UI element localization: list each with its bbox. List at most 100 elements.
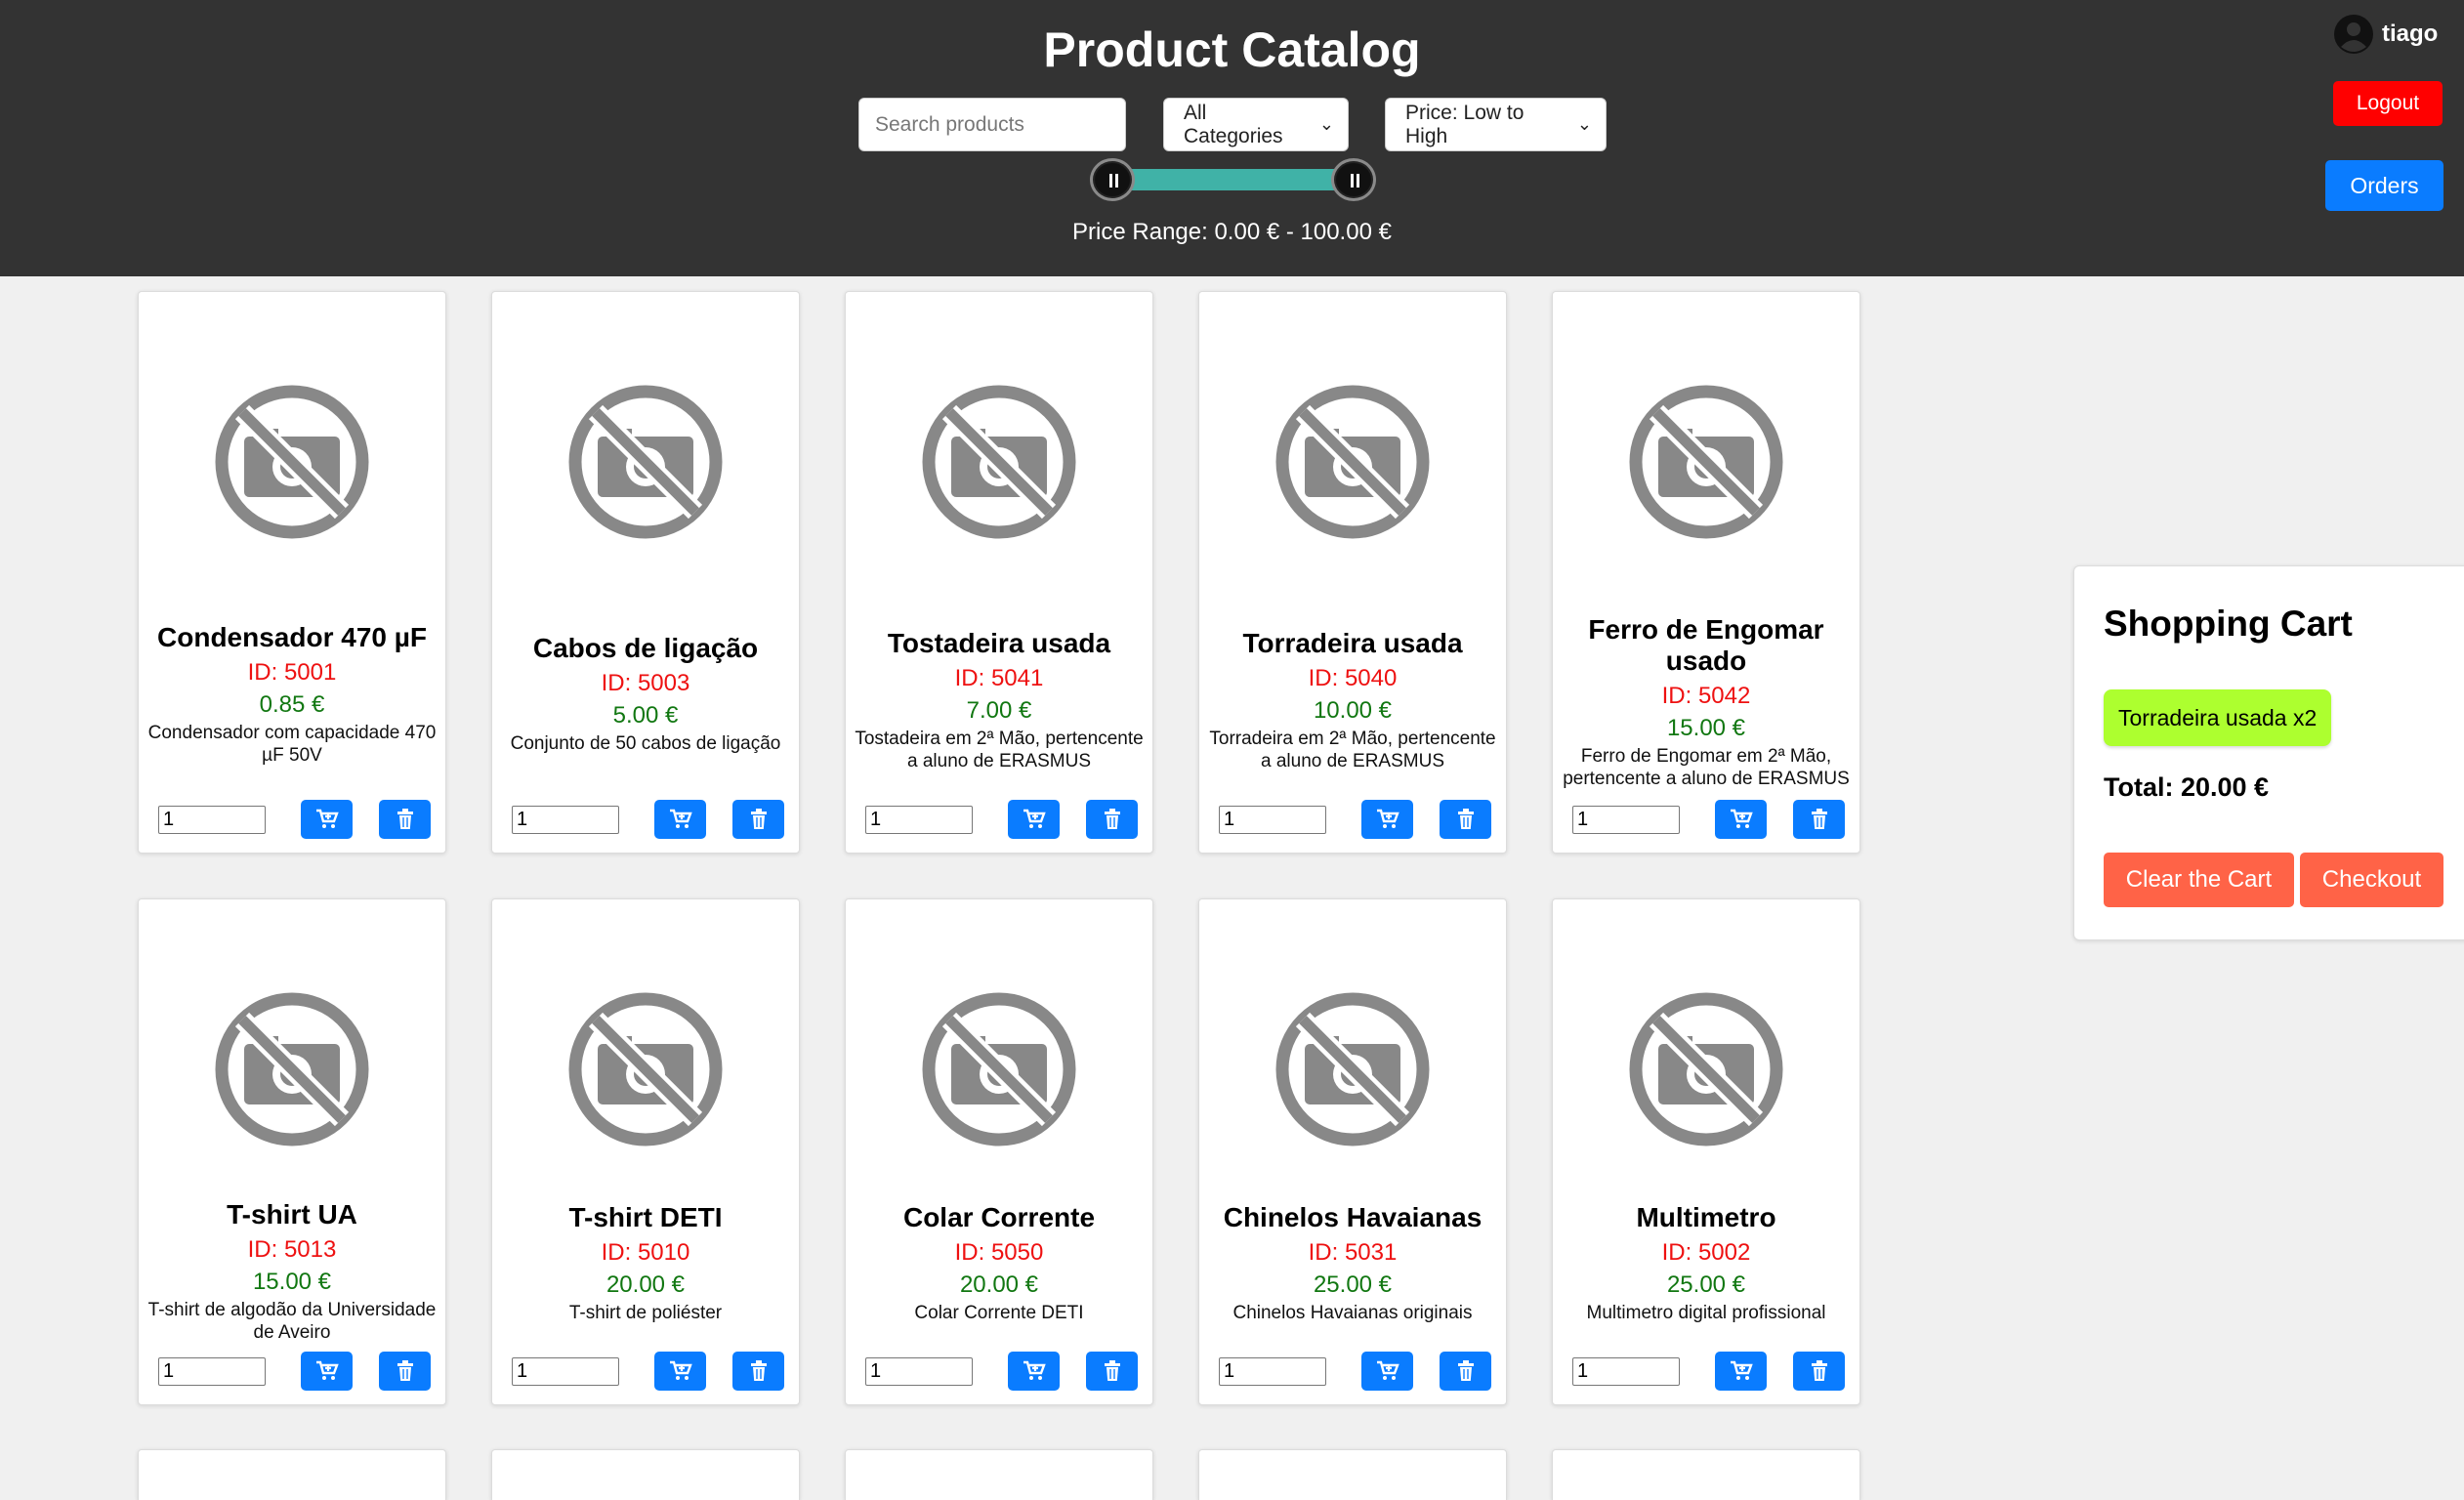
product-id: ID: 5001 (247, 659, 337, 686)
delete-button[interactable] (1440, 1352, 1491, 1391)
product-info: Condensador 470 µF ID: 5001 0.85 € Condensa… (146, 622, 438, 767)
product-price: 15.00 € (1666, 715, 1746, 741)
add-to-cart-icon (1023, 1360, 1046, 1382)
delete-button[interactable] (732, 1352, 784, 1391)
trash-icon (1104, 809, 1121, 830)
no-photo-icon (1275, 385, 1430, 539)
product-actions (158, 800, 431, 839)
add-to-cart-button[interactable] (301, 800, 353, 839)
user-menu[interactable]: tiago (2333, 14, 2438, 55)
product-card: Torradeira usada ID: 5040 10.00 € Torradeir… (1198, 291, 1507, 854)
product-price: 25.00 € (1313, 1271, 1393, 1298)
add-to-cart-button[interactable] (1008, 800, 1060, 839)
delete-button[interactable] (1086, 800, 1138, 839)
quantity-input[interactable] (158, 806, 266, 834)
add-to-cart-button[interactable] (1361, 1352, 1413, 1391)
product-card: T-shirt DETI ID: 5010 20.00 € T-shirt de po… (491, 898, 800, 1405)
checkout-button[interactable]: Checkout (2300, 853, 2443, 907)
product-name: Cabos de ligação (532, 633, 759, 663)
no-photo-icon (1629, 385, 1783, 539)
add-to-cart-icon (669, 1360, 692, 1382)
shopping-cart: Shopping Cart Torradeira usada x2 Total:… (2073, 565, 2464, 940)
product-description: Ferro de Engomar em 2ª Mão, pertencente … (1563, 746, 1850, 789)
product-actions (1572, 1352, 1845, 1391)
product-info: Ferro de Engomar usado ID: 5042 15.00 € Fer… (1561, 614, 1852, 790)
product-card (845, 1449, 1153, 1500)
add-to-cart-button[interactable] (1361, 800, 1413, 839)
product-description: T-shirt de poliéster (568, 1303, 723, 1323)
add-to-cart-icon (1376, 809, 1399, 830)
add-to-cart-icon (315, 1360, 339, 1382)
product-actions (865, 800, 1138, 839)
add-to-cart-button[interactable] (654, 800, 706, 839)
product-actions (158, 1352, 431, 1391)
product-price: 25.00 € (1666, 1271, 1746, 1298)
product-name: T-shirt UA (227, 1199, 357, 1229)
product-card (1198, 1449, 1507, 1500)
quantity-input[interactable] (1219, 1357, 1326, 1386)
quantity-input[interactable] (512, 1357, 619, 1386)
quantity-input[interactable] (1219, 806, 1326, 834)
add-to-cart-button[interactable] (654, 1352, 706, 1391)
sort-select[interactable]: Price: Low to High ⌄ (1385, 98, 1607, 151)
quantity-input[interactable] (865, 806, 973, 834)
logout-button[interactable]: Logout (2333, 81, 2443, 126)
no-photo-icon (922, 992, 1076, 1146)
product-name: Multimetro (1636, 1202, 1776, 1232)
add-to-cart-button[interactable] (1715, 800, 1767, 839)
add-to-cart-button[interactable] (1008, 1352, 1060, 1391)
product-actions (1572, 800, 1845, 839)
product-name: Ferro de Engomar usado (1588, 614, 1824, 676)
no-photo-icon (215, 992, 369, 1146)
trash-icon (1811, 1360, 1828, 1382)
product-id: ID: 5041 (954, 665, 1044, 691)
delete-button[interactable] (1440, 800, 1491, 839)
product-info: T-shirt DETI ID: 5010 20.00 € T-shirt de po… (500, 1202, 791, 1324)
add-to-cart-button[interactable] (1715, 1352, 1767, 1391)
quantity-input[interactable] (1572, 1357, 1680, 1386)
delete-button[interactable] (732, 800, 784, 839)
price-range-max-handle[interactable] (1331, 158, 1376, 201)
quantity-input[interactable] (1572, 806, 1680, 834)
search-input[interactable] (858, 98, 1126, 151)
product-name: Chinelos Havaianas (1223, 1202, 1483, 1232)
product-name: T-shirt DETI (568, 1202, 723, 1232)
product-info: Cabos de ligação ID: 5003 5.00 € Conjunto d… (500, 633, 791, 755)
no-photo-icon (568, 992, 723, 1146)
product-card: Condensador 470 µF ID: 5001 0.85 € Condensa… (138, 291, 446, 854)
product-description: Conjunto de 50 cabos de ligação (510, 733, 781, 754)
chevron-down-icon: ⌄ (1318, 114, 1334, 134)
product-id: ID: 5040 (1308, 665, 1398, 691)
quantity-input[interactable] (512, 806, 619, 834)
product-id: ID: 5002 (1661, 1239, 1751, 1266)
product-description: Multimetro digital profissional (1586, 1303, 1826, 1323)
product-price: 20.00 € (606, 1271, 686, 1298)
product-price: 5.00 € (612, 702, 679, 729)
quantity-input[interactable] (865, 1357, 973, 1386)
quantity-input[interactable] (158, 1357, 266, 1386)
delete-button[interactable] (379, 1352, 431, 1391)
orders-button[interactable]: Orders (2325, 160, 2443, 211)
product-info: Chinelos Havaianas ID: 5031 25.00 € Chinelo… (1207, 1202, 1498, 1324)
add-to-cart-icon (1376, 1360, 1399, 1382)
add-to-cart-button[interactable] (301, 1352, 353, 1391)
product-actions (512, 800, 784, 839)
product-card (138, 1449, 446, 1500)
price-range-min-handle[interactable] (1090, 158, 1135, 201)
product-card (1552, 1449, 1860, 1500)
delete-button[interactable] (1086, 1352, 1138, 1391)
page-title: Product Catalog (1043, 22, 1421, 77)
clear-cart-button[interactable]: Clear the Cart (2104, 853, 2294, 907)
no-photo-icon (568, 385, 723, 539)
delete-button[interactable] (1793, 1352, 1845, 1391)
add-to-cart-icon (1023, 809, 1046, 830)
delete-button[interactable] (1793, 800, 1845, 839)
delete-button[interactable] (379, 800, 431, 839)
product-card: Multimetro ID: 5002 25.00 € Multimetro digi… (1552, 898, 1860, 1405)
product-card: T-shirt UA ID: 5013 15.00 € T-shirt de algo… (138, 898, 446, 1405)
add-to-cart-icon (315, 809, 339, 830)
category-select[interactable]: All Categories ⌄ (1163, 98, 1349, 151)
cart-total: Total: 20.00 € (2104, 772, 2270, 802)
product-card: Tostadeira usada ID: 5041 7.00 € Tostadeira… (845, 291, 1153, 854)
product-id: ID: 5031 (1308, 1239, 1398, 1266)
